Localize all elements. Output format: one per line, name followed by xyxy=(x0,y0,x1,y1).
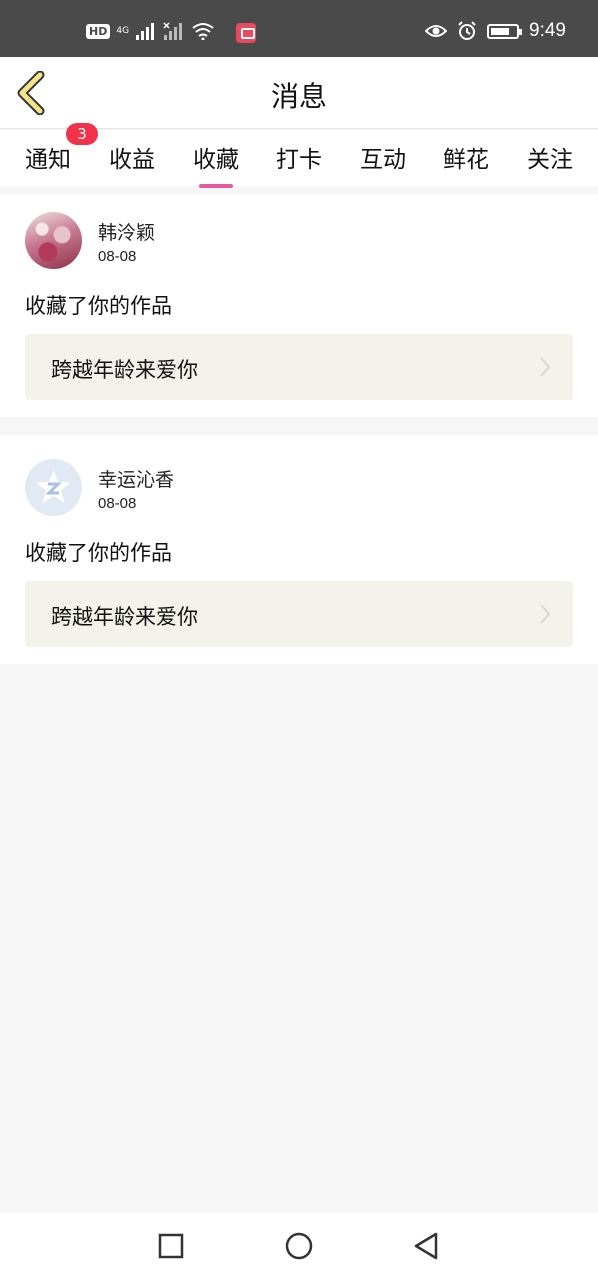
home-icon[interactable] xyxy=(284,1231,314,1261)
tab-checkin[interactable]: 打卡 xyxy=(269,140,329,174)
back-icon[interactable] xyxy=(412,1231,440,1261)
app-notification-icon xyxy=(236,23,256,43)
tab-earnings[interactable]: 收益 xyxy=(102,140,162,174)
user-name[interactable]: 幸运沁香 xyxy=(98,465,174,492)
tab-follow[interactable]: 关注 xyxy=(520,140,580,174)
status-time: 9:49 xyxy=(529,20,566,41)
message-card: 幸运沁香 08-08 收藏了你的作品 跨越年龄来爱你 xyxy=(0,435,598,664)
work-title: 跨越年龄来爱你 xyxy=(51,605,198,629)
network-type-label: 4G xyxy=(116,26,130,36)
message-date: 08-08 xyxy=(98,248,137,265)
tab-notifications[interactable]: 通知 xyxy=(18,140,78,174)
status-bar: HD 4G 9:49 xyxy=(0,0,598,57)
signal-x-icon xyxy=(163,22,183,40)
battery-icon xyxy=(487,23,523,39)
recent-apps-icon[interactable] xyxy=(158,1231,184,1261)
system-nav-bar xyxy=(0,1213,598,1280)
status-right-icons: 9:49 xyxy=(425,20,566,42)
user-name[interactable]: 韩泠颖 xyxy=(98,218,155,245)
page-title: 消息 xyxy=(270,80,327,113)
avatar[interactable] xyxy=(25,212,82,269)
signal-icon xyxy=(136,23,155,40)
eye-icon xyxy=(425,25,448,37)
tab-interaction[interactable]: 互动 xyxy=(353,140,413,174)
hd-icon: HD xyxy=(86,23,111,39)
message-action: 收藏了你的作品 xyxy=(25,541,172,565)
header: 消息 xyxy=(0,57,598,129)
message-date: 08-08 xyxy=(98,495,137,512)
work-title: 跨越年龄来爱你 xyxy=(51,358,198,382)
avatar[interactable] xyxy=(25,459,82,516)
message-card: 韩泠颖 08-08 收藏了你的作品 跨越年龄来爱你 xyxy=(0,194,598,417)
default-avatar-icon xyxy=(36,470,71,503)
chevron-right-icon xyxy=(540,604,551,624)
tab-favorites[interactable]: 收藏 xyxy=(186,140,246,174)
notification-badge: 3 xyxy=(66,123,98,145)
message-action: 收藏了你的作品 xyxy=(25,294,172,318)
status-left-icons: HD 4G xyxy=(86,22,215,40)
work-link[interactable]: 跨越年龄来爱你 xyxy=(25,334,573,400)
alarm-icon xyxy=(458,21,476,40)
chevron-right-icon xyxy=(540,357,551,377)
work-link[interactable]: 跨越年龄来爱你 xyxy=(25,581,573,647)
wifi-icon xyxy=(192,23,214,40)
tab-flowers[interactable]: 鲜花 xyxy=(436,140,496,174)
